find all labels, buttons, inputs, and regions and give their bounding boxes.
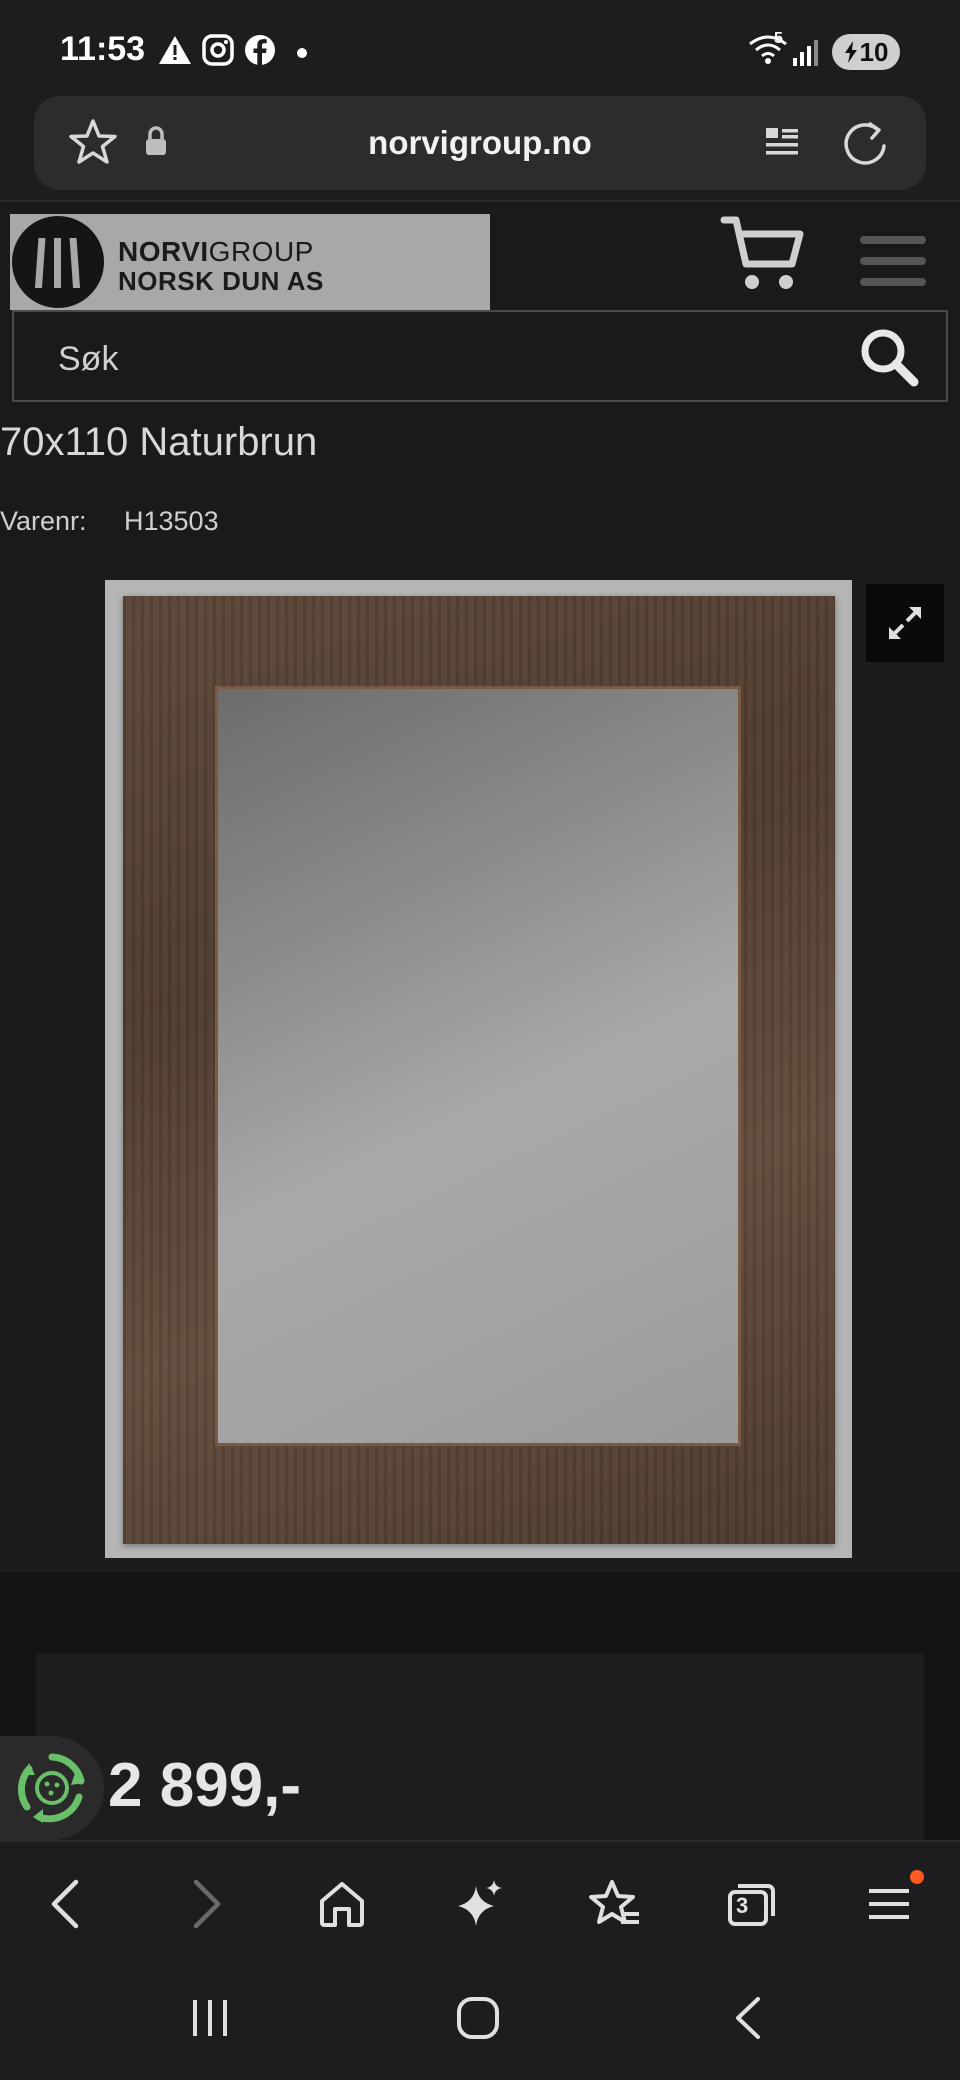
tabs-icon[interactable]: 3	[722, 1876, 782, 1932]
eco-badge[interactable]	[0, 1736, 104, 1840]
battery-level: 10	[859, 36, 889, 67]
mirror-frame	[123, 596, 835, 1544]
hamburger-menu-icon[interactable]	[860, 236, 926, 299]
home-icon[interactable]	[312, 1876, 372, 1932]
search-icon[interactable]	[858, 326, 920, 393]
recycle-icon	[17, 1753, 85, 1823]
notification-dot	[910, 1870, 924, 1884]
product-title: 70x110 Naturbrun	[0, 420, 318, 464]
logo-line1: NORVIGROUP	[118, 236, 314, 267]
home-icon[interactable]	[456, 1996, 500, 2045]
sku-label: Varenr:	[0, 506, 87, 536]
charging-icon	[844, 41, 857, 63]
search-placeholder: Søk	[58, 340, 119, 378]
bookmarks-icon[interactable]	[586, 1876, 646, 1932]
menu-icon[interactable]	[860, 1870, 924, 1932]
status-time: 11:53	[60, 30, 146, 68]
fullscreen-button[interactable]	[866, 584, 944, 662]
logo-emblem	[12, 216, 104, 308]
instagram-icon	[202, 34, 234, 71]
status-bar: 11:53 5 10	[0, 0, 960, 96]
recents-icon[interactable]	[190, 1996, 230, 2045]
battery-indicator: 10	[832, 34, 900, 70]
dot-icon	[296, 46, 308, 64]
product-info: 70x110 Naturbrun Varenr: H13503	[0, 412, 960, 572]
site-header: NORVIGROUP NORSK DUN AS Søk	[0, 200, 960, 412]
ai-sparkle-icon[interactable]	[450, 1876, 510, 1932]
price-section: 2 899,-	[0, 1572, 960, 1840]
browser-toolbar: 3	[0, 1840, 960, 1960]
reader-mode-icon[interactable]	[764, 124, 800, 165]
forward-icon[interactable]	[176, 1876, 236, 1932]
back-icon[interactable]	[36, 1876, 96, 1932]
product-image[interactable]	[105, 580, 852, 1558]
cart-icon[interactable]	[720, 214, 806, 299]
signal-icon	[792, 38, 820, 71]
search-input[interactable]: Søk	[12, 310, 948, 402]
address-bar[interactable]: norvigroup.no	[34, 96, 926, 190]
product-price: 2 899,-	[108, 1751, 302, 1820]
site-logo[interactable]: NORVIGROUP NORSK DUN AS	[10, 214, 490, 310]
facebook-icon	[244, 34, 276, 71]
system-navigation	[0, 1960, 960, 2080]
reload-icon[interactable]	[840, 116, 890, 173]
mirror-glass	[215, 686, 741, 1446]
expand-icon	[889, 607, 921, 639]
wifi-label: 5	[774, 30, 783, 47]
tab-count: 3	[736, 1893, 749, 1918]
product-gallery	[0, 572, 960, 1572]
warning-icon	[158, 34, 192, 71]
sku-value: H13503	[124, 506, 219, 536]
browser-url-bar: norvigroup.no	[0, 96, 960, 200]
back-icon[interactable]	[732, 1996, 764, 2045]
logo-line2: NORSK DUN AS	[118, 266, 324, 296]
